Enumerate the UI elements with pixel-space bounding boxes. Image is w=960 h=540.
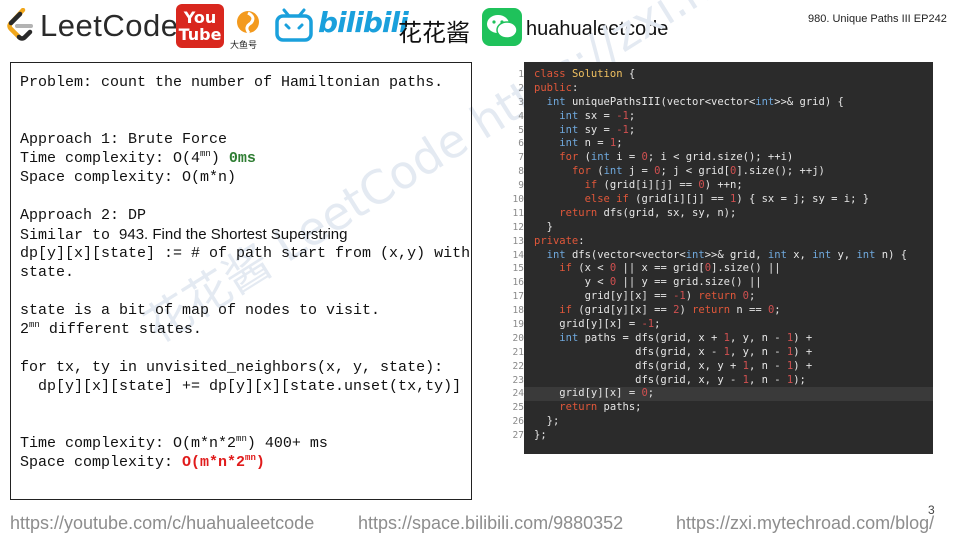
similar-problem-link[interactable]: 943. Find the Shortest Superstring [119,226,347,243]
code-line: } [534,220,553,233]
line-number: 8 [518,166,524,178]
line-number: 18 [512,305,524,317]
similar-problem: Similar to 943. Find the Shortest Supers… [20,226,348,244]
blog-link[interactable]: https://zxi.mytechroad.com/blog/ [676,513,934,534]
code-editor[interactable]: class Solution { public: int uniquePaths… [524,62,933,454]
code-line: for (int i = 0; i < grid.size(); ++i) [559,151,794,164]
state-count: 2mn different states. [20,320,202,339]
code-line: return dfs(grid, sx, sy, n); [559,206,737,219]
problem-statement: Problem: count the number of Hamiltonian… [20,74,444,91]
youtube-logo[interactable]: You Tube [176,4,224,48]
line-number: 13 [512,235,524,247]
code-line: dfs(grid, x, y - 1, n - 1); [534,373,806,386]
line-number: 20 [512,332,524,344]
code-line: int sy = -1; [559,123,636,136]
code-line: }; [534,415,560,428]
approach1-title: Approach 1: Brute Force [20,131,228,148]
code-line: private: [534,234,585,247]
transition-update: dp[y][x][state] += dp[y][x][state.unset(… [20,378,462,395]
transition-loop: for tx, ty in unvisited_neighbors(x, y, … [20,359,444,376]
code-line: else if (grid[i][j] == 1) { sx = j; sy =… [584,193,870,206]
leetcode-icon [7,8,33,41]
approach1-runtime: 0ms [228,150,256,167]
code-line: int n = 1; [559,137,623,150]
code-line: int uniquePathsIII(vector<vector<int>>& … [546,95,844,108]
bilibili-tv-icon[interactable] [274,8,314,44]
code-line: for (int j = 0; j < grid[0].size(); ++j) [571,165,825,178]
wechat-icon[interactable] [482,8,522,46]
line-number: 23 [512,374,524,386]
code-line: dfs(grid, x - 1, y, n - 1) + [534,345,813,358]
line-number: 24 [512,388,524,400]
code-line: public: [534,81,579,94]
line-number: 19 [512,319,524,331]
code-line-highlighted: grid[y][x] = 0; [524,387,933,402]
bilibili-link[interactable]: https://space.bilibili.com/9880352 [358,513,623,534]
approach2-space: Space complexity: O(m*n*2mn) [20,453,265,472]
line-number: 6 [518,138,524,150]
code-line: int sx = -1; [559,109,636,122]
code-line: }; [534,429,547,442]
code-line: grid[y][x] == -1) return 0; [534,290,756,303]
line-number: 10 [512,194,524,206]
line-number: 4 [518,110,524,122]
code-line: return paths; [559,401,642,414]
leetcode-wordmark: LeetCode [40,8,179,43]
approach2-title: Approach 2: DP [20,207,147,224]
youtube-logo-line1: You [183,8,217,27]
dp-definition-line2: state. [20,264,75,281]
line-number: 26 [512,416,524,428]
line-number: 1 [518,69,524,80]
line-number: 27 [512,430,524,442]
code-line: int dfs(vector<vector<int>>& grid, int x… [546,248,908,261]
slide-header: LeetCode You Tube 大鱼号 bilibili 花花酱 huahu… [0,0,960,58]
code-line: grid[y][x] = -1; [534,318,661,331]
line-number: 2 [518,82,524,94]
line-number: 22 [512,360,524,372]
code-line: class Solution { [534,68,636,80]
line-number: 12 [512,221,524,233]
approach2-time: Time complexity: O(m*n*2mn) 400+ ms [20,434,328,453]
code-line: if (grid[y][x] == 2) return n == 0; [559,304,781,317]
line-number: 7 [518,152,524,164]
line-number: 3 [518,96,524,108]
episode-title: 980. Unique Paths III EP242 [808,13,947,25]
youtube-link[interactable]: https://youtube.com/c/huahualeetcode [10,513,314,534]
line-number: 14 [512,249,524,261]
dayu-label: 大鱼号 [230,41,258,51]
code-line: int paths = dfs(grid, x + 1, y, n - 1) + [559,331,813,344]
line-number: 5 [518,124,524,136]
leetcode-logo[interactable]: LeetCode [6,6,178,46]
code-line: if (x < 0 || x == grid[0].size() || [559,262,781,275]
code-line: dfs(grid, x, y + 1, n - 1) + [534,359,813,372]
line-number: 25 [512,402,524,414]
approach1-space: Space complexity: O(m*n) [20,169,237,186]
code-line: if (grid[i][j] == 0) ++n; [584,179,743,192]
line-number: 9 [518,180,524,192]
line-number: 16 [512,277,524,289]
state-description: state is a bit of map of nodes to visit. [20,302,381,319]
line-number: 11 [512,207,524,219]
approach2-space-value: O(m*n*2mn) [182,453,265,472]
notes-panel: Problem: count the number of Hamiltonian… [10,62,472,500]
youtube-logo-line2: Tube [178,25,222,44]
approach1-time: Time complexity: O(4mn) 0ms [20,149,256,168]
wechat-account: huahualeetcode [526,18,669,40]
bilibili-wordmark[interactable]: bilibili [318,6,409,39]
line-number: 21 [512,346,524,358]
dp-definition-line1: dp[y][x][state] := # of path start from … [20,245,471,262]
channel-name: 花花酱 [398,19,470,47]
page-number: 3 [928,503,935,517]
line-number: 15 [512,263,524,275]
line-number: 17 [512,291,524,303]
code-line: y < 0 || y == grid.size() || [534,276,762,289]
line-number-gutter: 1 2 3 4 5 6 7 8 9 10 11 12 13 14 15 16 17 18 19 20 21 22 23 24 2… [494,68,524,443]
